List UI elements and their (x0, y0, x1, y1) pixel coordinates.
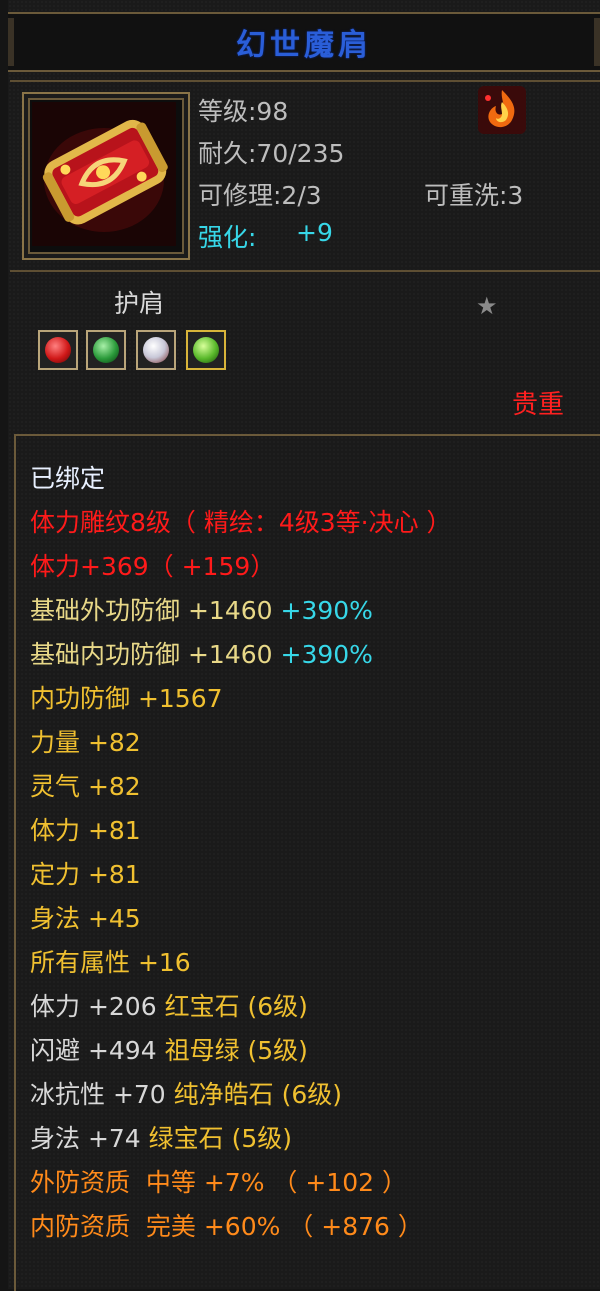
base-stat-line: 基础外功防御 +1460 +390% (30, 596, 373, 626)
gem-stat-line: 闪避 +494 祖母绿 (5级) (30, 1036, 308, 1066)
red-gem-icon (45, 337, 71, 363)
attribute-line: 身法 +45 (30, 904, 141, 933)
engrave-line: 体力雕纹8级（ 精绘：4级3等·决心 ） (30, 508, 452, 537)
gem-stat-line: 体力 +206 红宝石 (6级) (30, 992, 308, 1022)
gem-stat: 闪避 +494 (30, 1036, 157, 1065)
red-gold-scroll-pauldron-icon (32, 102, 176, 246)
item-repairable: 可修理:2/3 (198, 181, 322, 210)
base-stat-name: 基础外功防御 (30, 596, 181, 625)
attribute-line: 定力 +81 (30, 860, 141, 889)
attribute-line: 力量 +82 (30, 728, 141, 757)
gem-stat: 体力 +206 (30, 992, 157, 1021)
attribute-line: 灵气 +82 (30, 772, 141, 801)
stamina-bonus-line: 体力+369（ +159） (30, 552, 276, 581)
gem-stat-line: 冰抗性 +70 纯净皓石 (6级) (30, 1080, 342, 1110)
gem-slot-3[interactable] (136, 330, 176, 370)
item-level: 等级:98 (198, 97, 289, 126)
item-icon-frame (22, 92, 190, 260)
gem-name: 红宝石 (6级) (164, 992, 308, 1021)
item-enhance-label: 强化: (198, 223, 257, 252)
item-type: 护肩 (114, 289, 165, 318)
quality-line: 内防资质 完美 +60% （ +876 ） (30, 1212, 423, 1241)
green-gem-icon (93, 337, 119, 363)
item-enhance-value: +9 (296, 218, 333, 247)
gem-slot-2[interactable] (86, 330, 126, 370)
lime-gem-icon (193, 337, 219, 363)
base-stat-pct: +390% (280, 640, 373, 669)
base-stat-pct: +390% (280, 596, 373, 625)
flame-badge-icon (478, 86, 526, 134)
gem-slot-1[interactable] (38, 330, 78, 370)
gem-stat-line: 身法 +74 绿宝石 (5级) (30, 1124, 292, 1154)
base-stat-line: 基础内功防御 +1460 +390% (30, 640, 373, 670)
gem-name: 祖母绿 (5级) (164, 1036, 308, 1065)
gem-name: 纯净皓石 (6级) (173, 1080, 343, 1109)
item-name: 幻世魔肩 (236, 28, 372, 63)
white-gem-icon (143, 337, 169, 363)
star-icon: ★ (476, 292, 498, 320)
title-ornament-right (594, 18, 600, 66)
quality-line: 外防资质 中等 +7% （ +102 ） (30, 1168, 407, 1197)
bind-status: 已绑定 (30, 464, 106, 493)
base-stat-name: 基础内功防御 (30, 640, 181, 669)
base-stat-value: +1460 (187, 640, 273, 669)
item-rewashable: 可重洗:3 (424, 181, 524, 210)
title-bar: 幻世魔肩 (8, 12, 600, 72)
gem-stat: 身法 +74 (30, 1124, 141, 1153)
base-stat-value: +1460 (187, 596, 273, 625)
item-rarity: 贵重 (512, 390, 565, 420)
attribute-line: 内功防御 +1567 (30, 684, 223, 713)
gem-stat: 冰抗性 +70 (30, 1080, 166, 1109)
attribute-line: 所有属性 +16 (30, 948, 191, 977)
gem-slot-4[interactable] (186, 330, 226, 370)
title-ornament-left (8, 18, 14, 66)
attribute-line: 体力 +81 (30, 816, 141, 845)
gem-name: 绿宝石 (5级) (148, 1124, 293, 1153)
item-durability: 耐久:70/235 (198, 139, 345, 168)
